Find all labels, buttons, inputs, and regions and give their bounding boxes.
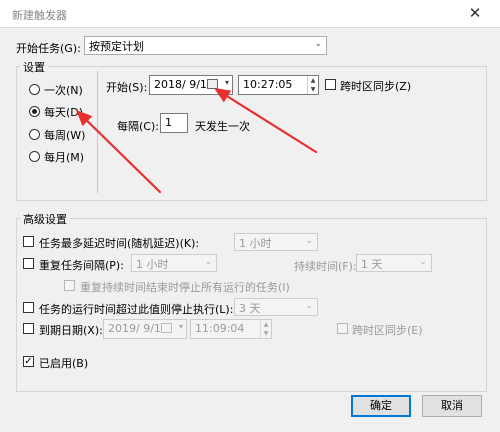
expire-label: 到期日期(X):: [39, 324, 103, 337]
duration-label: 持续时间(F):: [294, 260, 357, 273]
spin-up-icon: ▲: [310, 77, 316, 84]
expire-time-field[interactable]: 11:09:04 ▲ ▼: [190, 319, 272, 339]
checkmark-icon: ✓: [24, 356, 33, 367]
spin-down-icon: ▼: [263, 330, 269, 337]
start-time-field[interactable]: 10:27:05 ▲ ▼: [238, 75, 319, 95]
begin-task-select[interactable]: 按预定计划 ⌄: [84, 36, 327, 55]
start-label: 开始(S):: [106, 81, 148, 94]
chevron-down-icon: ⌄: [305, 301, 313, 311]
stop-longer-checkbox[interactable]: [23, 302, 34, 313]
duration-select[interactable]: 1 天 ⌄: [356, 254, 432, 272]
expire-sync-checkbox[interactable]: [337, 323, 348, 334]
chevron-down-icon: ⌄: [419, 257, 427, 267]
start-time-value: 10:27:05: [243, 78, 293, 91]
sync-timezone-checkbox[interactable]: [325, 79, 336, 90]
close-button[interactable]: ✕: [462, 4, 488, 22]
recur-input[interactable]: 1: [160, 113, 188, 133]
radio-weekly-label: 每周(W): [44, 129, 86, 142]
expire-time-value: 11:09:04: [195, 322, 245, 335]
chevron-down-icon: ▾: [224, 78, 229, 87]
radio-daily-label: 每天(D): [44, 106, 84, 119]
begin-task-label: 开始任务(G):: [16, 42, 81, 55]
delay-label: 任务最多延迟时间(随机延迟)(K):: [39, 237, 200, 250]
repeat-value: 1 小时: [136, 258, 169, 271]
spin-down-icon: ▼: [310, 86, 316, 93]
expire-checkbox[interactable]: [23, 323, 34, 334]
stop-all-checkbox[interactable]: [64, 280, 75, 291]
stop-longer-label: 任务的运行时间超过此值则停止执行(L):: [39, 303, 234, 316]
chevron-down-icon: ⌄: [204, 257, 212, 267]
recur-value: 1: [165, 116, 172, 129]
ok-button[interactable]: 确定: [351, 395, 411, 417]
enabled-checkbox[interactable]: ✓: [23, 356, 34, 367]
chevron-down-icon: ⌄: [314, 39, 322, 49]
recur-suffix: 天发生一次: [195, 120, 250, 133]
chevron-down-icon: ⌄: [305, 236, 313, 246]
delay-select[interactable]: 1 小时 ⌄: [234, 233, 318, 251]
time-spinner[interactable]: ▲ ▼: [260, 320, 271, 338]
radio-daily[interactable]: [29, 106, 40, 117]
stop-all-label: 重复持续时间结束时停止所有运行的任务(I): [80, 281, 290, 294]
delay-value: 1 小时: [239, 237, 272, 250]
window-title: 新建触发器: [12, 9, 67, 22]
expire-date-picker[interactable]: 2019/ 9/11 ▾: [103, 319, 187, 339]
sync-timezone-label: 跨时区同步(Z): [340, 80, 412, 93]
radio-once[interactable]: [29, 84, 40, 95]
calendar-icon: [161, 323, 172, 333]
title-bar: [0, 0, 500, 28]
stop-longer-value: 3 天: [239, 302, 261, 315]
stop-longer-select[interactable]: 3 天 ⌄: [234, 298, 318, 316]
settings-group-label: 设置: [20, 59, 48, 75]
spin-up-icon: ▲: [263, 321, 269, 328]
settings-divider: [97, 71, 98, 193]
begin-task-value: 按预定计划: [89, 40, 144, 53]
time-spinner[interactable]: ▲ ▼: [307, 76, 318, 94]
delay-checkbox[interactable]: [23, 236, 34, 247]
radio-monthly-label: 每月(M): [44, 151, 85, 164]
repeat-label: 重复任务间隔(P):: [39, 259, 124, 272]
radio-monthly[interactable]: [29, 151, 40, 162]
cancel-button[interactable]: 取消: [422, 395, 482, 417]
recur-label: 每隔(C):: [117, 120, 159, 133]
start-date-picker[interactable]: 2018/ 9/11 ▾: [149, 75, 233, 95]
enabled-label: 已启用(B): [39, 357, 89, 370]
calendar-icon: [207, 79, 218, 89]
repeat-select[interactable]: 1 小时 ⌄: [131, 254, 217, 272]
advanced-group-label: 高级设置: [20, 211, 70, 227]
start-date-value: 2018/ 9/11: [154, 78, 214, 91]
expire-date-value: 2019/ 9/11: [108, 322, 168, 335]
close-icon: ✕: [468, 4, 482, 22]
expire-sync-label: 跨时区同步(E): [352, 324, 423, 337]
repeat-checkbox[interactable]: [23, 258, 34, 269]
chevron-down-icon: ▾: [178, 322, 183, 331]
duration-value: 1 天: [361, 258, 383, 271]
radio-once-label: 一次(N): [44, 84, 83, 97]
radio-weekly[interactable]: [29, 129, 40, 140]
